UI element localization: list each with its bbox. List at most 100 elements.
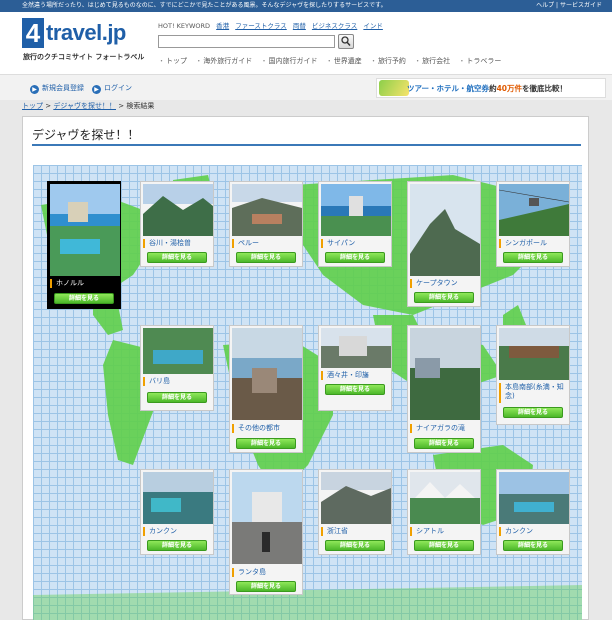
destination-card[interactable]: ペルー 詳細を見る (229, 181, 303, 267)
member-bar: ▶ 新規会員登録 ▶ ログイン ツアー・ホテル・航空券約40万件を徹底比較！ (0, 74, 612, 100)
details-button[interactable]: 詳細を見る (54, 293, 114, 304)
details-button[interactable]: 詳細を見る (325, 384, 385, 395)
destination-card[interactable]: 浙江省 詳細を見る (318, 469, 392, 555)
destination-card[interactable]: ナイアガラの滝 詳細を見る (407, 325, 481, 453)
destination-card[interactable]: その他の都市 詳細を見る (229, 325, 303, 453)
nav-item[interactable]: ・旅行会社 (414, 57, 450, 65)
destination-photo (321, 472, 391, 524)
hot-keyword-link[interactable]: ファーストクラス (235, 22, 287, 30)
destination-card[interactable]: カンクン 詳細を見る (140, 469, 214, 555)
destination-card[interactable]: バリ島 詳細を見る (140, 325, 214, 411)
bullet: ・ (458, 57, 466, 65)
help-link[interactable]: ヘルプ (536, 2, 554, 9)
destination-card[interactable]: シンガポール 詳細を見る (496, 181, 570, 267)
destination-card[interactable]: ランタ島 詳細を見る (229, 469, 303, 595)
destination-name: 酒々井・印旛 (321, 371, 391, 380)
breadcrumb-link[interactable]: トップ (22, 102, 43, 110)
destination-photo (499, 472, 569, 524)
details-button[interactable]: 詳細を見る (414, 540, 474, 551)
arrow-right-icon: ▶ (30, 85, 39, 94)
destination-photo (410, 472, 480, 524)
hot-keyword-link[interactable]: 両替 (293, 22, 306, 30)
details-button[interactable]: 詳細を見る (147, 540, 207, 551)
page-title: デジャヴを探せ！！ (32, 128, 140, 142)
details-button[interactable]: 詳細を見る (414, 438, 474, 449)
destination-name: サイパン (321, 239, 391, 248)
nav-item[interactable]: ・海外旅行ガイド (195, 57, 252, 65)
destination-name: ケープタウン (410, 279, 480, 288)
destination-photo (410, 184, 480, 276)
details-button[interactable]: 詳細を見る (325, 252, 385, 263)
logo-subtitle: 旅行のクチコミサイト フォートラベル (23, 53, 145, 61)
destination-photo (143, 472, 213, 524)
hot-keyword-link[interactable]: 香港 (216, 22, 229, 30)
logo-text: travel.jp (46, 20, 126, 45)
details-button[interactable]: 詳細を見る (414, 292, 474, 303)
destination-card[interactable]: カンクン 詳細を見る (496, 469, 570, 555)
top-links: ヘルプ | サービスガイド (536, 0, 602, 12)
breadcrumb-separator: > (45, 102, 52, 110)
details-button[interactable]: 詳細を見る (236, 438, 296, 449)
search-button[interactable] (338, 34, 354, 49)
nav-item[interactable]: ・トラベラー (458, 57, 501, 65)
breadcrumb-link[interactable]: デジャヴを探せ！！ (53, 102, 116, 110)
breadcrumb-separator: > (118, 102, 125, 110)
details-button[interactable]: 詳細を見る (503, 540, 563, 551)
hot-keyword-label: HOT! KEYWORD (158, 22, 211, 30)
destination-card[interactable]: 本島南部(糸満・知念) 詳細を見る (496, 325, 570, 425)
login-link[interactable]: ▶ ログイン (92, 83, 132, 94)
airplane-icon (379, 80, 409, 96)
travel-compare-banner[interactable]: ツアー・ホテル・航空券約40万件を徹底比較！ (376, 78, 606, 98)
bullet: ・ (158, 57, 165, 65)
details-button[interactable]: 詳細を見る (147, 392, 207, 403)
nav-item[interactable]: ・旅行予約 (370, 57, 406, 65)
search-icon (341, 36, 351, 47)
destination-photo (410, 328, 480, 420)
hot-keyword-link[interactable]: インド (363, 22, 383, 30)
nav-item[interactable]: ・国内旅行ガイド (260, 57, 317, 65)
nav-item[interactable]: ・世界遺産 (326, 57, 362, 65)
details-button[interactable]: 詳細を見る (503, 252, 563, 263)
logo-mark: 4 (22, 18, 44, 48)
destination-name: ペルー (232, 239, 302, 248)
destination-card[interactable]: 酒々井・印旛 詳細を見る (318, 325, 392, 411)
destination-photo (232, 472, 302, 564)
details-button[interactable]: 詳細を見る (236, 581, 296, 592)
destination-photo (321, 328, 391, 368)
destination-card[interactable]: ケープタウン 詳細を見る (407, 181, 481, 307)
destination-name: ランタ島 (232, 568, 302, 577)
hot-keyword-link[interactable]: ビジネスクラス (312, 22, 357, 30)
main-panel: デジャヴを探せ！！ ホノルル 詳細を見る 谷川・湯桧曽 詳細を見る ペルー 詳細… (22, 116, 589, 620)
hot-keywords: HOT! KEYWORD 香港 ファーストクラス 両替 ビジネスクラス インド (158, 20, 387, 30)
destination-name: 浙江省 (321, 527, 391, 536)
destination-photo (232, 184, 302, 236)
destination-name: カンクン (499, 527, 569, 536)
bullet: ・ (325, 57, 333, 65)
destination-photo (143, 328, 213, 374)
destination-name: シンガポール (499, 239, 569, 248)
world-map: ホノルル 詳細を見る 谷川・湯桧曽 詳細を見る ペルー 詳細を見る サイパン 詳… (33, 165, 582, 620)
destination-card[interactable]: ホノルル 詳細を見る (47, 181, 121, 309)
service-guide-link[interactable]: サービスガイド (560, 2, 602, 9)
details-button[interactable]: 詳細を見る (503, 407, 563, 418)
bullet: ・ (414, 57, 422, 65)
bullet: ・ (260, 57, 268, 65)
search-input[interactable] (158, 35, 335, 48)
destination-photo (321, 184, 391, 236)
destination-name: ナイアガラの滝 (410, 424, 480, 433)
details-button[interactable]: 詳細を見る (325, 540, 385, 551)
destination-card[interactable]: シアトル 詳細を見る (407, 469, 481, 555)
destination-photo (232, 328, 302, 420)
bullet: ・ (195, 57, 203, 65)
destination-card[interactable]: サイパン 詳細を見る (318, 181, 392, 267)
site-tagline: 全然違う場所だったり、はじめて見るものなのに、すでにどこかで見たことがある風景。… (22, 2, 387, 9)
site-logo[interactable]: 4 travel.jp 旅行のクチコミサイト フォートラベル (22, 18, 157, 66)
destination-photo (499, 184, 569, 236)
details-button[interactable]: 詳細を見る (147, 252, 207, 263)
destination-card[interactable]: 谷川・湯桧曽 詳細を見る (140, 181, 214, 267)
destination-name: バリ島 (143, 377, 213, 386)
destination-photo (50, 184, 120, 276)
nav-item[interactable]: ・トップ (158, 57, 187, 65)
details-button[interactable]: 詳細を見る (236, 252, 296, 263)
register-link[interactable]: ▶ 新規会員登録 (30, 83, 84, 94)
